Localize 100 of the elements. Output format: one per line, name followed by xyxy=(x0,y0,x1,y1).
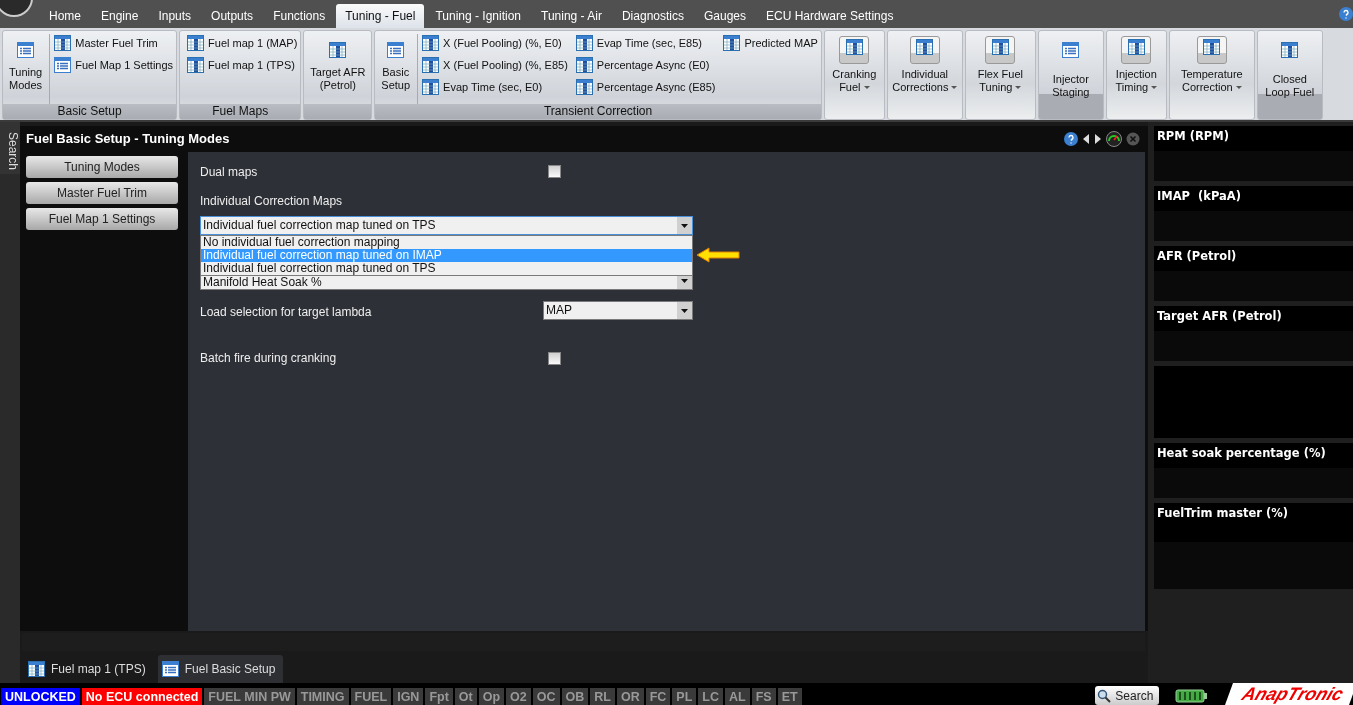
ribbon-button[interactable]: Cranking Fuel xyxy=(823,30,885,120)
status-indicator: OC xyxy=(532,688,560,705)
ribbon-button[interactable]: X (Fuel Pooling) (%, E85) xyxy=(422,56,568,74)
ribbon-button[interactable]: Flex Fuel Tuning xyxy=(964,30,1036,120)
dropdown-option[interactable]: No individual fuel correction mapping xyxy=(201,235,692,249)
ribbon-button[interactable]: Evap Time (sec, E85) xyxy=(575,34,716,52)
table-icon xyxy=(329,42,347,58)
table-icon xyxy=(422,35,440,51)
ribbon-button[interactable]: Target AFR (Petrol) xyxy=(307,34,369,104)
nav-button[interactable]: Fuel Map 1 Settings xyxy=(26,207,178,230)
menu-tab[interactable]: Outputs xyxy=(202,4,263,28)
table-icon xyxy=(575,57,593,73)
caret-icon xyxy=(951,86,958,91)
ribbon-button[interactable]: Injection Timing xyxy=(1105,30,1167,120)
caret-icon xyxy=(1015,86,1022,91)
dropdown-field[interactable]: MAP xyxy=(543,300,693,320)
menu-tab[interactable]: Tuning - Air xyxy=(532,4,611,28)
table-icon xyxy=(916,39,934,55)
field-label: Batch fire during cranking xyxy=(200,350,337,365)
ribbon-button[interactable]: Percentage Async (E0) xyxy=(575,56,716,74)
group-title: Transient Correction xyxy=(375,104,821,119)
menu-tab[interactable]: Home xyxy=(40,4,90,28)
dropdown-field[interactable]: Individual fuel correction map tuned on TPS xyxy=(200,215,693,235)
ribbon-button[interactable]: Closed Loop Fuel xyxy=(1256,30,1323,120)
ribbon-button[interactable]: Individual Corrections xyxy=(886,30,963,120)
status-indicator: IGN xyxy=(393,688,424,705)
checkbox[interactable] xyxy=(548,165,561,179)
status-indicator: FUEL xyxy=(350,688,392,705)
battery-icon xyxy=(1175,689,1208,703)
ribbon-button[interactable]: Temperature Correction xyxy=(1168,30,1255,120)
field-label: Dual maps xyxy=(200,164,258,179)
menu-tab[interactable]: Inputs xyxy=(149,4,201,28)
list-icon xyxy=(387,42,405,58)
search-icon xyxy=(1097,688,1112,703)
help-icon[interactable] xyxy=(1339,7,1353,21)
ribbon-button[interactable]: Injector Staging xyxy=(1037,30,1104,120)
group-footer xyxy=(304,104,372,119)
forward-icon[interactable] xyxy=(1094,133,1102,144)
nav-button[interactable]: Tuning Modes xyxy=(26,155,178,178)
menu-tab[interactable]: Diagnostics xyxy=(612,4,693,28)
gauge-title: Heat soak percentage (%) xyxy=(1156,445,1326,462)
checkbox[interactable] xyxy=(548,351,561,365)
status-indicator: ET xyxy=(777,688,802,705)
back-icon[interactable] xyxy=(1082,133,1090,144)
logo: AnapTronic xyxy=(1225,683,1353,705)
menu-tab[interactable]: Gauges xyxy=(695,4,755,28)
nav-button[interactable]: Master Fuel Trim xyxy=(26,181,178,204)
table-icon xyxy=(845,39,863,55)
status-indicator: FC xyxy=(645,688,671,705)
gauge-title: Target AFR (Petrol) xyxy=(1156,308,1282,325)
table-icon xyxy=(54,35,72,51)
gauge-icon[interactable] xyxy=(1106,130,1122,147)
search-button[interactable]: Search xyxy=(1095,686,1160,705)
ribbon-button[interactable]: Fuel map 1 (TPS) xyxy=(187,56,298,74)
table-icon xyxy=(1281,42,1299,58)
caret-icon xyxy=(1151,86,1158,91)
table-icon xyxy=(723,35,741,51)
ribbon-button[interactable]: Basic Setup xyxy=(378,34,414,104)
help-icon[interactable] xyxy=(1064,131,1078,146)
status-indicator: AL xyxy=(725,688,750,705)
gauge-title: RPM (RPM) xyxy=(1156,128,1229,145)
ribbon-button[interactable]: Percentage Async (E85) xyxy=(575,78,716,96)
caret-icon xyxy=(677,216,692,234)
side-tab[interactable]: Search xyxy=(0,122,20,175)
table-icon xyxy=(422,57,440,73)
document-tab[interactable]: Fuel map 1 (TPS) xyxy=(24,655,154,683)
table-icon xyxy=(187,57,205,73)
status-indicator: Op xyxy=(478,688,505,705)
ribbon-button[interactable]: Master Fuel Trim xyxy=(54,34,174,52)
ribbon-button[interactable]: Fuel map 1 (MAP) xyxy=(187,34,298,52)
menu-tab[interactable]: ECU Hardware Settings xyxy=(757,4,903,28)
status-indicator: PL xyxy=(672,688,697,705)
ribbon-button[interactable]: Predicted MAP xyxy=(723,34,818,52)
status-indicator: No ECU connected xyxy=(81,688,203,705)
close-icon[interactable] xyxy=(1126,131,1140,146)
table-icon xyxy=(991,39,1009,55)
menu-tab[interactable]: Engine xyxy=(92,4,148,28)
menu-tab[interactable]: Functions xyxy=(264,4,335,28)
ribbon-button[interactable]: Evap Time (sec, E0) xyxy=(422,78,568,96)
document-tab[interactable]: Fuel Basic Setup xyxy=(157,655,284,683)
table-icon xyxy=(575,35,593,51)
list-icon xyxy=(17,42,35,58)
status-indicator: OB xyxy=(561,688,589,705)
list-icon xyxy=(161,661,179,677)
ribbon-button[interactable]: Fuel Map 1 Settings xyxy=(54,56,174,74)
status-indicator: O2 xyxy=(506,688,531,705)
menu-tab[interactable]: Tuning - Ignition xyxy=(426,4,531,28)
status-indicator: RL xyxy=(590,688,615,705)
status-indicator: LC xyxy=(698,688,723,705)
ribbon-button[interactable]: X (Fuel Pooling) (%, E0) xyxy=(422,34,568,52)
ribbon-button[interactable]: Tuning Modes xyxy=(6,34,46,104)
status-indicator: TIMING xyxy=(296,688,349,705)
menu-tab[interactable]: Tuning - Fuel xyxy=(336,4,425,28)
group-title: Basic Setup xyxy=(3,104,177,119)
table-icon xyxy=(1203,39,1221,55)
list-icon xyxy=(54,57,72,73)
list-icon xyxy=(1062,42,1080,58)
panel-title: Fuel Basic Setup - Tuning Modes xyxy=(26,131,230,147)
table-icon xyxy=(1127,39,1145,55)
table-icon xyxy=(575,79,593,95)
